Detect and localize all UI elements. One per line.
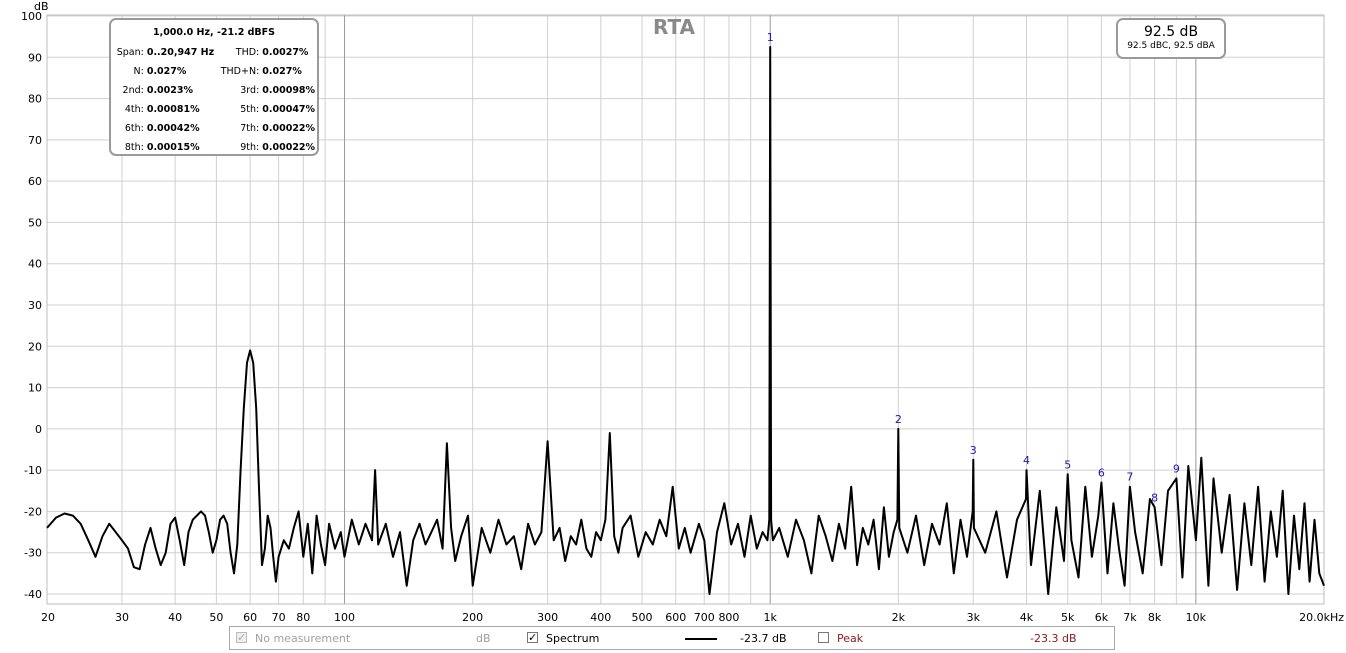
stat-value: 0.00022% — [262, 123, 316, 134]
x-tick-label: 3k — [967, 611, 981, 624]
stat-value: 0..20,947 Hz — [146, 47, 215, 58]
no-measurement-unit: dB — [476, 632, 491, 645]
y-tick-label: -10 — [24, 464, 42, 477]
stats-row: 2nd: 0.0023% 3rd: 0.00098% — [111, 81, 317, 100]
x-tick-label: 6k — [1095, 611, 1109, 624]
harmonic-marker-label: 8 — [1151, 491, 1158, 504]
peak-value: -23.3 dB — [1030, 632, 1077, 645]
y-axis-ticks: 1009080706050403020100-10-20-30-40 — [21, 10, 42, 601]
y-tick-label: 30 — [28, 299, 42, 312]
stats-row: 6th: 0.00042% 7th: 0.00022% — [111, 119, 317, 138]
spl-readout: 92.5 dB 92.5 dBC, 92.5 dBA — [1116, 18, 1226, 59]
spectrum-value: -23.7 dB — [740, 632, 787, 645]
harmonic-marker-label: 7 — [1126, 471, 1133, 484]
stat-value: 0.0027% — [262, 47, 309, 58]
x-tick-label: 4k — [1020, 611, 1034, 624]
x-tick-label: 8k — [1148, 611, 1162, 624]
x-tick-label: 10k — [1186, 611, 1207, 624]
y-tick-label: 100 — [21, 10, 42, 23]
y-tick-label: -30 — [24, 547, 42, 560]
y-tick-label: 40 — [28, 258, 42, 271]
stat-value: 0.00047% — [262, 104, 316, 115]
stat-label: 8th: — [124, 142, 144, 153]
x-tick-label: 100 — [334, 611, 355, 624]
x-tick-label: 40 — [168, 611, 182, 624]
x-tick-label: 500 — [632, 611, 653, 624]
stat-label: N: — [133, 66, 144, 77]
x-tick-label: 800 — [718, 611, 739, 624]
stat-value: 0.00042% — [146, 123, 200, 134]
x-tick-label: 1k — [764, 611, 778, 624]
peak-checkbox[interactable] — [818, 632, 829, 643]
x-tick-label: 80 — [296, 611, 310, 624]
x-tick-label: 50 — [209, 611, 223, 624]
x-tick-label: 60 — [243, 611, 257, 624]
stat-label: 3rd: — [240, 85, 260, 96]
y-tick-label: 80 — [28, 93, 42, 106]
spl-weighted-values: 92.5 dBC, 92.5 dBA — [1127, 41, 1215, 51]
stats-row: Span: 0..20,947 Hz THD: 0.0027% — [111, 43, 317, 62]
harmonic-marker-label: 6 — [1098, 467, 1105, 480]
x-axis-ticks: 20 30 40 50 60 70 80 100 200 300 400 500 600 700 800 1k… — [41, 611, 1344, 624]
stats-row: 4th: 0.00081% 5th: 0.00047% — [111, 100, 317, 119]
stat-label: Span: — [116, 47, 144, 58]
y-tick-label: -40 — [24, 588, 42, 601]
stat-label: THD: — [235, 47, 260, 58]
x-tick-label: 20 — [41, 611, 55, 624]
y-tick-label: 20 — [28, 340, 42, 353]
no-measurement-checkbox[interactable]: ✓ — [236, 632, 247, 643]
stat-label: THD+N: — [220, 66, 260, 77]
harmonic-marker-label: 3 — [970, 444, 977, 457]
chart-title: RTA — [653, 15, 696, 39]
stat-label: 2nd: — [122, 85, 144, 96]
spectrum-line-swatch — [685, 638, 717, 640]
x-tick-label: 70 — [272, 611, 286, 624]
stat-value: 0.00015% — [146, 142, 200, 153]
harmonic-marker-label: 5 — [1064, 458, 1071, 471]
x-tick-label: 30 — [115, 611, 129, 624]
stats-row: N: 0.027% THD+N: 0.027% — [111, 62, 317, 81]
x-tick-label: 400 — [590, 611, 611, 624]
x-tick-label: 300 — [537, 611, 558, 624]
stats-row: 8th: 0.00015% 9th: 0.00022% — [111, 138, 317, 157]
harmonic-marker-label: 2 — [895, 413, 902, 426]
stats-rows: Span: 0..20,947 Hz THD: 0.0027% N: 0.027% THD+… — [111, 43, 317, 157]
spl-main-value: 92.5 dB — [1143, 24, 1199, 40]
x-tick-label: 7k — [1123, 611, 1137, 624]
distortion-stats-box: 1,000.0 Hz, -21.2 dBFS Span: 0..20,947 Hz… — [109, 18, 319, 156]
stat-value: 0.00022% — [262, 142, 316, 153]
x-tick-label: 5k — [1061, 611, 1075, 624]
legend-bar: ✓ No measurement dB ✓ Spectrum -23.7 dB … — [229, 626, 1115, 650]
stat-value: 0.00098% — [262, 85, 316, 96]
stat-value: 0.00081% — [146, 104, 200, 115]
y-tick-label: 50 — [28, 216, 42, 229]
y-tick-label: 10 — [28, 382, 42, 395]
harmonic-marker-label: 4 — [1023, 454, 1030, 467]
harmonic-marker-label: 9 — [1173, 462, 1180, 475]
y-tick-label: -20 — [24, 505, 42, 518]
stat-label: 7th: — [240, 123, 260, 134]
y-tick-label: 90 — [28, 51, 42, 64]
harmonic-marker-label: 1 — [767, 31, 774, 44]
no-measurement-label: No measurement — [255, 632, 351, 645]
spectrum-checkbox[interactable]: ✓ — [527, 632, 538, 643]
stat-label: 5th: — [240, 104, 260, 115]
y-tick-label: 60 — [28, 175, 42, 188]
stat-value: 0.027% — [262, 66, 302, 77]
stats-header: 1,000.0 Hz, -21.2 dBFS — [152, 27, 276, 38]
stat-value: 0.027% — [146, 66, 187, 77]
y-tick-label: 70 — [28, 134, 42, 147]
stat-label: 9th: — [240, 142, 260, 153]
stat-value: 0.0023% — [146, 85, 194, 96]
y-tick-label: 0 — [35, 423, 42, 436]
x-tick-label: 700 — [694, 611, 715, 624]
x-tick-label: 20.0kHz — [1299, 611, 1344, 624]
peak-label: Peak — [837, 632, 864, 645]
stat-label: 6th: — [124, 123, 144, 134]
x-tick-label: 200 — [462, 611, 483, 624]
spectrum-label: Spectrum — [546, 632, 600, 645]
x-tick-label: 2k — [892, 611, 906, 624]
x-tick-label: 600 — [665, 611, 686, 624]
stat-label: 4th: — [124, 104, 144, 115]
